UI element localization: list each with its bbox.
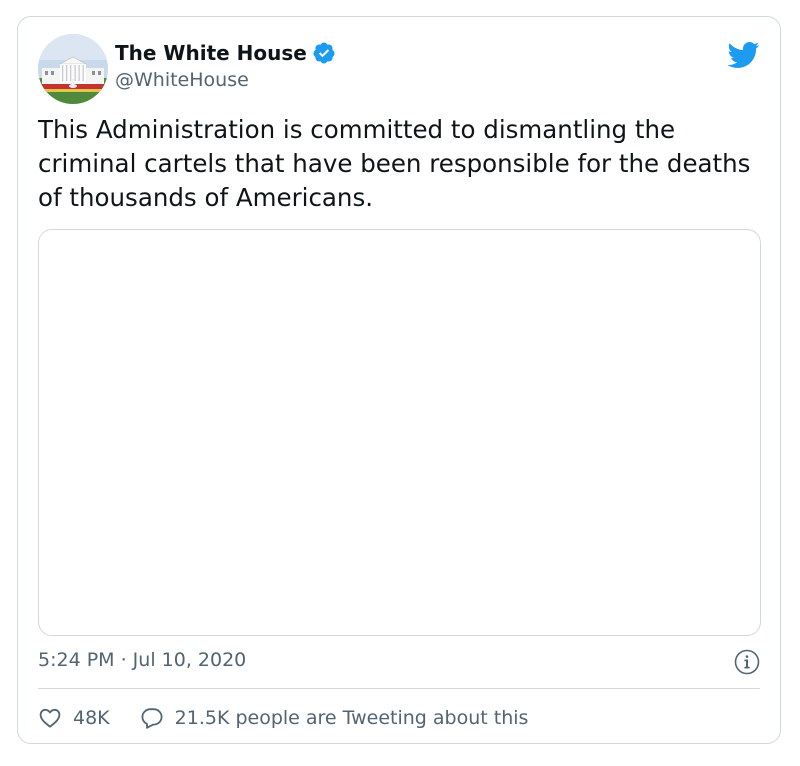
author-handle[interactable]: @WhiteHouse: [115, 69, 249, 91]
author-name-row[interactable]: The White House: [115, 39, 336, 67]
speech-bubble-icon: [141, 708, 163, 729]
tweet-card[interactable]: The White House @WhiteHouse This Adminis…: [17, 16, 781, 744]
author-display-name[interactable]: The White House: [115, 41, 307, 65]
like-count[interactable]: 48K: [73, 707, 110, 729]
conversation-count[interactable]: 21.5K people are Tweeting about this: [175, 707, 529, 729]
tweet-text: This Administration is committed to dism…: [38, 115, 759, 212]
twitter-bird-icon[interactable]: [726, 41, 760, 69]
reply-conversation-button[interactable]: 21.5K people are Tweeting about this: [140, 706, 529, 730]
divider: [38, 688, 760, 689]
tweet-media-placeholder[interactable]: [38, 229, 761, 636]
verified-badge-icon: [312, 41, 336, 65]
heart-icon: [39, 708, 61, 728]
white-house-avatar-image: [38, 34, 108, 104]
author-avatar[interactable]: [38, 34, 108, 104]
info-icon[interactable]: [734, 649, 760, 675]
like-button[interactable]: 48K: [38, 706, 110, 730]
tweet-timestamp[interactable]: 5:24 PM · Jul 10, 2020: [38, 649, 246, 671]
tweet-actions: 48K 21.5K people are Tweeting about this: [38, 703, 558, 733]
